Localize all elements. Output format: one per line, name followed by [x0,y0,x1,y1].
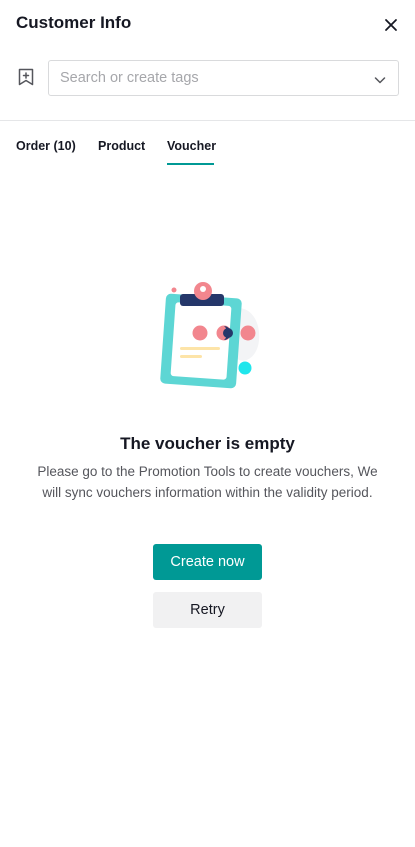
divider [0,120,415,121]
empty-state-description: Please go to the Promotion Tools to crea… [37,464,378,500]
create-now-button[interactable]: Create now [153,544,262,580]
tab-bar: Order (10) Product Voucher [0,130,415,166]
tab-product[interactable]: Product [98,139,145,153]
tab-voucher[interactable]: Voucher [167,139,216,153]
retry-button[interactable]: Retry [153,592,262,628]
page-title: Customer Info [16,13,132,32]
active-tab-indicator [167,163,214,165]
tab-order[interactable]: Order (10) [16,139,76,153]
header: Customer Info [0,0,415,50]
tag-row: Search or create tags [0,60,415,96]
tag-search-placeholder: Search or create tags [60,70,199,86]
tag-search-select[interactable]: Search or create tags [48,60,399,96]
bookmark-add-icon [16,67,36,87]
clipboard-illustration [150,280,265,390]
empty-state-title: The voucher is empty [120,434,295,453]
close-icon[interactable] [380,14,402,36]
chevron-down-icon [374,73,386,85]
